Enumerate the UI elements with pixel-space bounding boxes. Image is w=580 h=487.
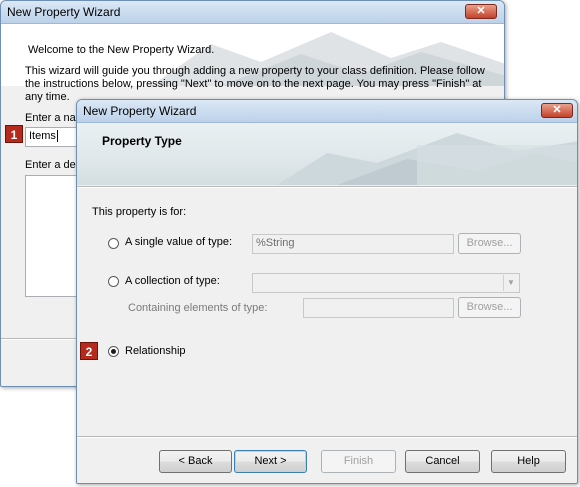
single-value-radio[interactable] xyxy=(108,238,119,249)
footer-divider xyxy=(77,436,577,438)
collection-label[interactable]: A collection of type: xyxy=(125,275,220,287)
step-marker-1: 1 xyxy=(5,125,23,143)
back-title-bar[interactable]: New Property Wizard ✕ xyxy=(1,1,504,24)
cancel-button[interactable]: Cancel xyxy=(405,450,480,473)
relationship-label[interactable]: Relationship xyxy=(125,345,186,357)
front-window-title: New Property Wizard xyxy=(83,104,197,118)
single-value-type-text: %String xyxy=(256,237,295,249)
front-wizard-window: New Property Wizard ✕ Property Type This… xyxy=(76,99,578,484)
step-marker-2: 2 xyxy=(80,342,98,360)
intro-line-1: This wizard will guide you through addin… xyxy=(25,65,485,77)
front-title-bar[interactable]: New Property Wizard ✕ xyxy=(77,100,577,123)
close-icon[interactable]: ✕ xyxy=(541,103,573,118)
chevron-down-icon[interactable]: ▼ xyxy=(503,275,518,291)
collection-browse-button[interactable]: Browse... xyxy=(458,297,521,318)
collection-radio[interactable] xyxy=(108,276,119,287)
name-label: Enter a nar xyxy=(25,112,80,124)
page-title: Property Type xyxy=(102,134,182,148)
close-icon[interactable]: ✕ xyxy=(465,4,497,19)
welcome-text: Welcome to the New Property Wizard. xyxy=(28,44,215,56)
name-field-value: Items xyxy=(29,130,56,142)
section-label: This property is for: xyxy=(92,206,187,218)
intro-line-3: any time. xyxy=(25,91,70,103)
front-banner: Property Type xyxy=(77,123,577,185)
back-window-title: New Property Wizard xyxy=(7,5,121,19)
help-button[interactable]: Help xyxy=(491,450,566,473)
back-button[interactable]: < Back xyxy=(159,450,232,473)
intro-line-2: the instructions below, pressing "Next" … xyxy=(25,78,482,90)
banner-graphic xyxy=(277,133,577,185)
banner-divider xyxy=(77,186,577,188)
finish-button[interactable]: Finish xyxy=(321,450,396,473)
single-value-type-field[interactable]: %String xyxy=(252,234,454,254)
containing-elements-field[interactable] xyxy=(303,298,454,318)
single-value-label[interactable]: A single value of type: xyxy=(125,236,232,248)
single-browse-button[interactable]: Browse... xyxy=(458,233,521,254)
containing-elements-label: Containing elements of type: xyxy=(128,302,268,314)
relationship-radio[interactable] xyxy=(108,346,119,357)
collection-type-select[interactable]: ▼ xyxy=(252,273,520,293)
next-button[interactable]: Next > xyxy=(234,450,307,473)
description-label: Enter a des xyxy=(25,159,82,171)
